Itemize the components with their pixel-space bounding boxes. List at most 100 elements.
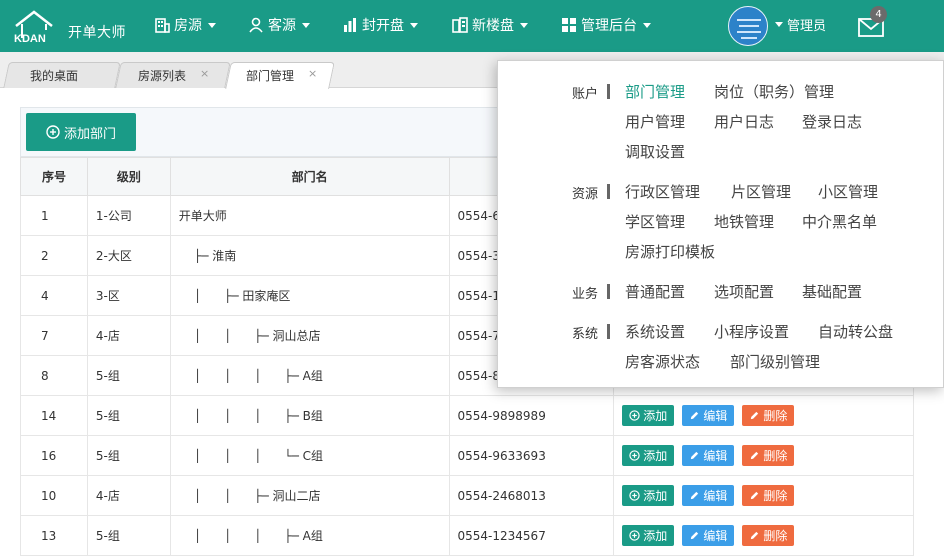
menu-item-fetch-settings[interactable]: 调取设置 xyxy=(625,141,685,162)
row-add-button[interactable]: 添加 xyxy=(622,485,675,506)
plus-circle-icon xyxy=(46,125,60,139)
row-add-button[interactable]: 添加 xyxy=(622,445,675,466)
tab-label: 部门管理 xyxy=(246,69,295,83)
menu-item-auto-public[interactable]: 自动转公盘 xyxy=(818,321,893,342)
nav-admin-backend[interactable]: 管理后台 xyxy=(561,14,651,36)
pencil-icon xyxy=(691,411,699,420)
row-delete-button[interactable]: 删除 xyxy=(742,485,795,506)
row-edit-label: 编辑 xyxy=(703,529,728,543)
menu-item-option-config[interactable]: 选项配置 xyxy=(714,281,774,302)
cell-level: 5-组 xyxy=(86,395,171,436)
menu-item-login-log[interactable]: 登录日志 xyxy=(802,111,862,132)
row-add-button[interactable]: 添加 xyxy=(622,405,675,426)
row-edit-button[interactable]: 编辑 xyxy=(682,485,735,506)
dept-name: │ │ │ └─ C组 xyxy=(178,449,324,463)
table-row: 13 5-组 │ │ │ ├─ A组 0554-1234567 添加 编辑 删除 xyxy=(20,515,914,556)
cell-dept-name: │ │ │ ├─ B组 xyxy=(169,395,450,436)
house-logo-icon: KDAN xyxy=(14,10,53,45)
chevron-down-icon xyxy=(410,22,418,28)
menu-item-user-log[interactable]: 用户日志 xyxy=(714,111,774,132)
brand-name: 开单大师 xyxy=(68,25,126,41)
row-edit-button[interactable]: 编辑 xyxy=(682,405,735,426)
chevron-down-icon xyxy=(520,22,528,28)
table-row: 16 5-组 │ │ │ └─ C组 0554-9633693 添加 编辑 删除 xyxy=(20,435,914,476)
cell-ops: 添加 编辑 删除 xyxy=(613,435,914,476)
cell-ops: 添加 编辑 删除 xyxy=(613,475,914,516)
row-edit-label: 编辑 xyxy=(703,449,728,463)
menu-item-school-manage[interactable]: 学区管理 xyxy=(625,211,685,232)
column-header-id: 序号 xyxy=(20,157,88,196)
user-menu[interactable]: 管理员 xyxy=(775,15,826,34)
group-divider xyxy=(607,184,610,199)
menu-item-community-manage[interactable]: 小区管理 xyxy=(818,181,878,202)
pencil-icon xyxy=(751,491,759,500)
menu-item-basic-config[interactable]: 基础配置 xyxy=(802,281,862,302)
menu-group-label: 系统 xyxy=(571,327,598,342)
cell-dept-name: │ │ │ ├─ A组 xyxy=(169,355,450,396)
row-edit-button[interactable]: 编辑 xyxy=(682,445,735,466)
close-icon[interactable]: × xyxy=(308,67,317,80)
cell-level: 4-店 xyxy=(86,315,171,356)
nav-house-source[interactable]: 房源 xyxy=(154,14,216,36)
logo[interactable]: KDAN 开单大师 xyxy=(12,8,132,46)
menu-item-miniapp-settings[interactable]: 小程序设置 xyxy=(714,321,789,342)
menu-item-agent-blacklist[interactable]: 中介黑名单 xyxy=(802,211,877,232)
menu-item-system-settings[interactable]: 系统设置 xyxy=(625,321,685,342)
row-delete-label: 删除 xyxy=(763,409,788,423)
chevron-down-icon xyxy=(208,22,216,28)
avatar[interactable] xyxy=(728,6,768,46)
user-name: 管理员 xyxy=(787,19,827,34)
table-row: 14 5-组 │ │ │ ├─ B组 0554-9898989 添加 编辑 删除 xyxy=(20,395,914,436)
pencil-icon xyxy=(691,491,699,500)
admin-dropdown-menu: 账户 部门管理 岗位（职务）管理 用户管理 用户日志 登录日志 调取设置 资源 … xyxy=(497,60,944,388)
row-delete-label: 删除 xyxy=(763,529,788,543)
row-delete-button[interactable]: 删除 xyxy=(742,525,795,546)
menu-group-label: 账户 xyxy=(571,87,598,102)
pencil-icon xyxy=(751,451,759,460)
cell-id: 8 xyxy=(20,355,88,396)
cell-id: 16 xyxy=(20,435,88,476)
nav-label: 房源 xyxy=(174,18,202,34)
menu-item-position-manage[interactable]: 岗位（职务）管理 xyxy=(714,81,834,102)
menu-item-general-config[interactable]: 普通配置 xyxy=(625,281,685,302)
row-add-button[interactable]: 添加 xyxy=(622,525,675,546)
dept-name: │ │ ├─ 洞山二店 xyxy=(178,489,321,503)
cell-level: 1-公司 xyxy=(86,195,171,236)
menu-item-dept-level-manage[interactable]: 部门级别管理 xyxy=(730,351,820,372)
row-delete-button[interactable]: 删除 xyxy=(742,405,795,426)
nav-new-property[interactable]: 新楼盘 xyxy=(452,14,528,36)
cell-dept-name: │ │ ├─ 洞山总店 xyxy=(169,315,450,356)
menu-item-area-manage[interactable]: 片区管理 xyxy=(731,181,791,202)
cell-dept-name: │ │ │ ├─ A组 xyxy=(169,515,450,556)
cell-id: 2 xyxy=(20,235,88,276)
menu-item-print-template[interactable]: 房源打印模板 xyxy=(625,241,715,262)
grid-icon xyxy=(562,18,576,32)
tab-label: 我的桌面 xyxy=(30,69,79,83)
menu-group-label: 业务 xyxy=(571,287,598,302)
plus-circle-icon xyxy=(629,490,640,501)
nav-label: 管理后台 xyxy=(581,18,637,34)
close-icon[interactable]: × xyxy=(200,67,209,80)
dept-name: │ │ ├─ 洞山总店 xyxy=(178,329,321,343)
column-header-level: 级别 xyxy=(86,157,171,196)
row-edit-button[interactable]: 编辑 xyxy=(682,525,735,546)
add-department-button[interactable]: 添加部门 xyxy=(26,113,136,151)
row-add-label: 添加 xyxy=(643,489,668,503)
row-delete-button[interactable]: 删除 xyxy=(742,445,795,466)
row-add-label: 添加 xyxy=(643,449,668,463)
menu-item-district-manage[interactable]: 行政区管理 xyxy=(625,181,700,202)
dept-name: ├─ 淮南 xyxy=(178,249,237,263)
menu-item-source-status[interactable]: 房客源状态 xyxy=(625,351,700,372)
menu-item-metro-manage[interactable]: 地铁管理 xyxy=(714,211,774,232)
menu-item-dept-manage[interactable]: 部门管理 xyxy=(625,81,685,102)
pencil-icon xyxy=(751,411,759,420)
nav-customer-source[interactable]: 客源 xyxy=(248,14,310,36)
group-divider xyxy=(607,284,610,299)
row-add-label: 添加 xyxy=(643,529,668,543)
nav-label: 客源 xyxy=(268,18,296,34)
person-icon xyxy=(249,17,263,33)
row-add-label: 添加 xyxy=(643,409,668,423)
nav-open-close[interactable]: 封开盘 xyxy=(342,14,418,36)
menu-item-user-manage[interactable]: 用户管理 xyxy=(625,111,685,132)
dept-name: 开单大师 xyxy=(178,209,227,223)
